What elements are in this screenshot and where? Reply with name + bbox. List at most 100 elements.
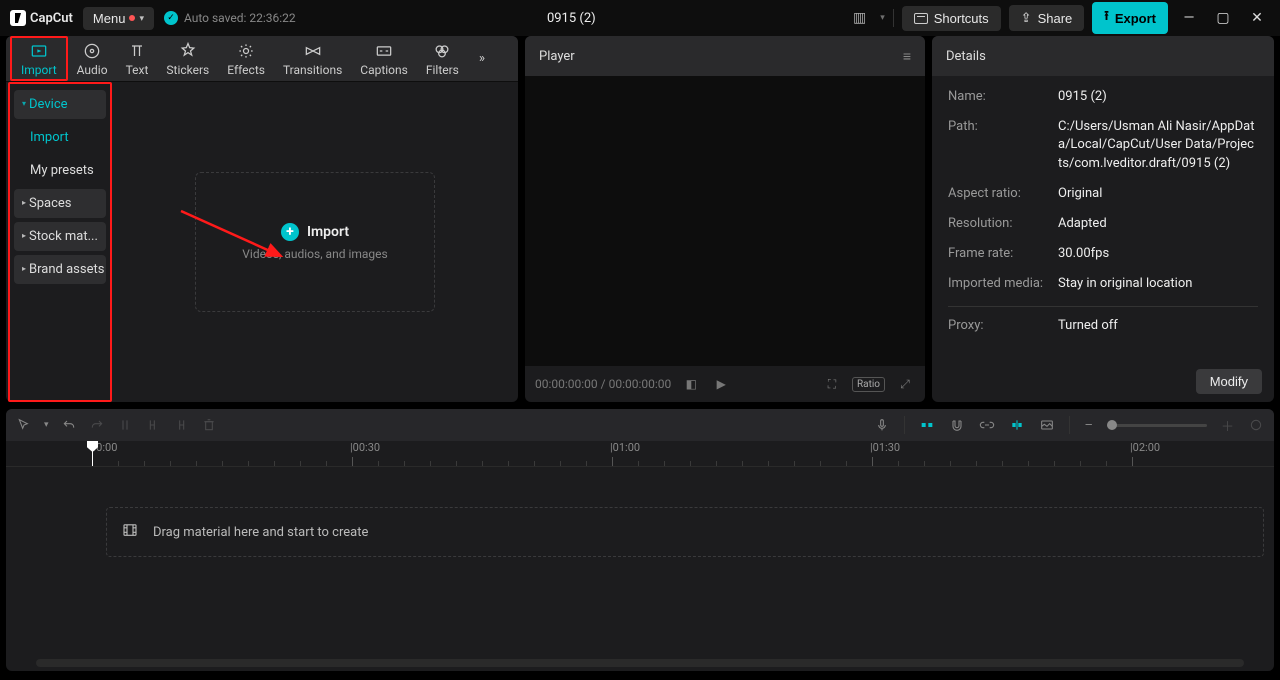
collapse-icon: ▾	[22, 99, 26, 108]
magnet-main-icon[interactable]	[919, 417, 935, 433]
timeline-ruler[interactable]: 00:00|00:30|01:00|01:30|02:00	[6, 441, 1274, 467]
tab-stickers[interactable]: Stickers	[157, 36, 218, 81]
details-imported-value: Stay in original location	[1058, 275, 1258, 293]
ratio-button[interactable]: Ratio	[852, 377, 885, 392]
zoom-out-button[interactable]: –	[1084, 418, 1093, 433]
project-title: 0915 (2)	[306, 11, 837, 26]
sidebar-item-stock-materials[interactable]: ▸Stock mat...	[14, 222, 106, 251]
film-icon	[121, 521, 139, 543]
details-imported-label: Imported media:	[948, 275, 1058, 293]
modify-button[interactable]: Modify	[1196, 369, 1262, 394]
selection-dropdown-icon[interactable]: ▾	[44, 420, 49, 430]
details-header: Details	[946, 49, 986, 64]
expand-icon: ▸	[22, 264, 26, 273]
notification-dot-icon	[129, 15, 135, 21]
tab-transitions[interactable]: Transitions	[274, 36, 351, 81]
media-panel: Import Audio Text Stickers Effects Trans…	[6, 36, 518, 402]
media-tab-strip: Import Audio Text Stickers Effects Trans…	[6, 36, 518, 82]
tab-audio[interactable]: Audio	[68, 36, 117, 81]
details-path-label: Path:	[948, 118, 1058, 173]
app-name: CapCut	[30, 11, 73, 26]
player-header: Player	[539, 49, 575, 64]
autosave-label: Auto saved: 22:36:22	[184, 11, 296, 25]
cover-icon[interactable]	[1039, 417, 1055, 433]
export-button[interactable]: ⭱ Export	[1092, 2, 1168, 34]
selection-tool-icon[interactable]	[16, 417, 32, 433]
link-icon[interactable]	[979, 417, 995, 433]
tab-captions[interactable]: Captions	[351, 36, 417, 81]
player-timecode: 00:00:00:00 / 00:00:00:00	[535, 377, 671, 391]
playhead[interactable]	[92, 441, 93, 467]
sidebar-item-brand-assets[interactable]: ▸Brand assets	[14, 255, 106, 284]
details-framerate-label: Frame rate:	[948, 245, 1058, 263]
import-drop-box[interactable]: + Import Videos, audios, and images	[195, 172, 435, 312]
share-icon: ⇪	[1021, 10, 1032, 26]
play-button[interactable]: ▶	[711, 377, 731, 391]
zoom-slider[interactable]	[1107, 424, 1207, 427]
captions-icon	[374, 41, 394, 61]
player-menu-icon[interactable]: ≡	[903, 48, 911, 65]
trim-left-button[interactable]	[145, 417, 161, 433]
tab-import[interactable]: Import	[10, 36, 68, 81]
zoom-in-button[interactable]: ＋	[1221, 416, 1234, 435]
details-name-value: 0915 (2)	[1058, 88, 1258, 106]
text-icon	[127, 41, 147, 61]
sidebar-item-my-presets[interactable]: My presets	[14, 156, 106, 185]
app-logo: CapCut	[10, 10, 73, 26]
details-name-label: Name:	[948, 88, 1058, 106]
import-title: Import	[307, 224, 349, 240]
autosave-status: ✓ Auto saved: 22:36:22	[164, 11, 296, 25]
layout-icon[interactable]: ▥	[847, 6, 872, 30]
magnet-snap-icon[interactable]	[949, 417, 965, 433]
plus-icon: +	[281, 223, 299, 241]
share-label: Share	[1038, 11, 1073, 26]
record-voiceover-icon[interactable]	[874, 417, 890, 433]
effects-icon	[236, 41, 256, 61]
share-button[interactable]: ⇪ Share	[1009, 5, 1085, 31]
import-sidebar: ▾Device Import My presets ▸Spaces ▸Stock…	[8, 82, 112, 402]
tab-filters[interactable]: Filters	[417, 36, 468, 81]
minimize-button[interactable]: —	[1176, 10, 1202, 26]
tab-text[interactable]: Text	[117, 36, 158, 81]
preview-axis-icon[interactable]	[1009, 417, 1025, 433]
close-button[interactable]: ✕	[1244, 10, 1270, 26]
timeline-scrollbar[interactable]	[36, 659, 1244, 667]
details-path-value: C:/Users/Usman Ali Nasir/AppData/Local/C…	[1058, 118, 1258, 173]
sidebar-item-import[interactable]: Import	[14, 123, 106, 152]
details-aspect-label: Aspect ratio:	[948, 185, 1058, 203]
shortcuts-button[interactable]: Shortcuts	[902, 6, 1001, 31]
check-icon: ✓	[164, 11, 178, 25]
timeline-drop-hint: Drag material here and start to create	[153, 525, 368, 540]
capcut-icon	[10, 10, 26, 26]
undo-button[interactable]	[61, 417, 77, 433]
titlebar: CapCut Menu ▾ ✓ Auto saved: 22:36:22 091…	[0, 0, 1280, 36]
maximize-button[interactable]: ▢	[1210, 10, 1236, 26]
zoom-fit-button[interactable]	[1248, 417, 1264, 433]
compare-icon[interactable]: ◧	[681, 377, 701, 391]
keyboard-icon	[914, 13, 928, 24]
timeline-drop-track[interactable]: Drag material here and start to create	[106, 507, 1264, 557]
fullscreen-icon[interactable]: ⤢	[895, 377, 915, 392]
details-proxy-value: Turned off	[1058, 317, 1258, 335]
focus-icon[interactable]: ⛶	[822, 377, 842, 392]
filters-icon	[432, 41, 452, 61]
details-proxy-label: Proxy:	[948, 317, 1058, 335]
expand-icon: ▸	[22, 198, 26, 207]
player-viewport[interactable]	[525, 76, 925, 366]
split-button[interactable]	[117, 417, 133, 433]
import-icon	[29, 41, 49, 61]
tab-effects[interactable]: Effects	[218, 36, 274, 81]
sidebar-item-spaces[interactable]: ▸Spaces	[14, 189, 106, 218]
trim-right-button[interactable]	[173, 417, 189, 433]
export-icon: ⭱	[1104, 7, 1109, 29]
delete-button[interactable]	[201, 417, 217, 433]
menu-button[interactable]: Menu ▾	[83, 7, 154, 30]
redo-button[interactable]	[89, 417, 105, 433]
tabs-overflow-button[interactable]: »	[468, 36, 496, 81]
sidebar-item-device[interactable]: ▾Device	[14, 90, 106, 119]
details-resolution-value: Adapted	[1058, 215, 1258, 233]
import-subtitle: Videos, audios, and images	[242, 247, 387, 261]
timeline-tracks[interactable]: Drag material here and start to create	[6, 467, 1274, 655]
export-label: Export	[1115, 11, 1156, 26]
chevron-down-icon[interactable]: ▾	[880, 13, 885, 23]
